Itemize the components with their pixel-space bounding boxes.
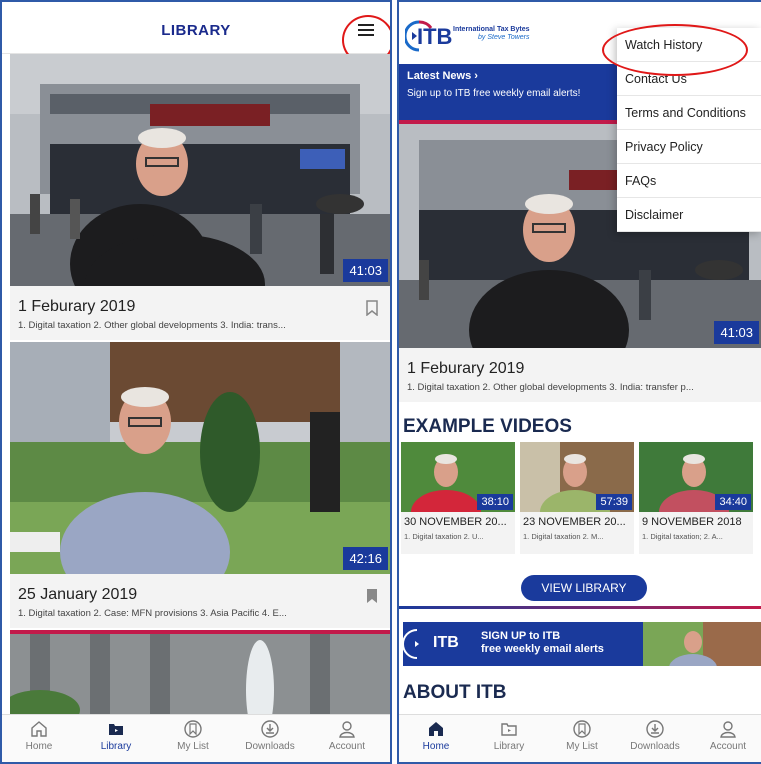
duration-badge: 34:40 [715, 494, 751, 510]
video-thumbnail[interactable]: 41:03 [10, 54, 390, 286]
duration-badge: 42:16 [343, 547, 388, 570]
my-list-icon [184, 720, 202, 738]
latest-news-title: Latest News › [407, 70, 478, 82]
tab-label: Library [493, 741, 525, 752]
example-video-card[interactable]: 34:40 9 NOVEMBER 2018 1. Digital taxatio… [639, 442, 753, 554]
library-screen: LIBRARY 41:03 1 Feburary 2019 1. Digital… [0, 0, 392, 764]
tab-label: My List [566, 741, 598, 752]
video-description: 1. Digital taxation 2. Other global deve… [18, 320, 286, 331]
bottom-tab-bar: Home Library My List Downloads Account [2, 714, 390, 762]
latest-news-bar[interactable]: Latest News › Sign up to ITB free weekly… [399, 64, 621, 120]
example-video-description: 1. Digital taxation 2. U... [404, 532, 484, 541]
tab-my-list[interactable]: My List [158, 719, 228, 752]
tab-home[interactable]: Home [4, 719, 74, 752]
video-info[interactable]: 25 January 2019 1. Digital taxation 2. C… [10, 574, 390, 628]
example-video-date: 30 NOVEMBER 20... [404, 516, 507, 528]
banner-line1: SIGN UP to ITB [481, 630, 561, 642]
downloads-icon [646, 720, 664, 738]
section-divider [399, 606, 761, 609]
hamburger-menu-icon[interactable] [358, 24, 374, 38]
library-header: LIBRARY [2, 2, 390, 65]
example-videos-title: EXAMPLE VIDEOS [403, 416, 572, 437]
logo-tagline: International Tax Bytes by Steve Towers [453, 26, 530, 42]
tab-label: Downloads [245, 741, 295, 752]
signup-banner[interactable]: ITB SIGN UP to ITB free weekly email ale… [403, 622, 761, 666]
home-icon [31, 721, 47, 737]
tab-account[interactable]: Account [693, 719, 761, 752]
home-screen: ITB International Tax Bytes by Steve Tow… [397, 0, 761, 764]
tab-label: Library [100, 741, 132, 752]
video-date: 1 Feburary 2019 [407, 360, 525, 377]
menu-item-terms[interactable]: Terms and Conditions [617, 96, 761, 130]
example-video-description: 1. Digital taxation 2. M... [523, 532, 604, 541]
video-thumbnail[interactable] [10, 630, 390, 720]
tab-my-list[interactable]: My List [547, 719, 617, 752]
example-video-date: 23 NOVEMBER 20... [523, 516, 626, 528]
tab-label: Home [422, 741, 450, 752]
tab-label: My List [177, 741, 209, 752]
example-video-description: 1. Digital taxation; 2. A... [642, 532, 723, 541]
tab-label: Downloads [630, 741, 680, 752]
logo-mark-text: ITB [417, 24, 453, 49]
example-video-card[interactable]: 38:10 30 NOVEMBER 20... 1. Digital taxat… [401, 442, 515, 554]
example-video-thumbnail: 38:10 [401, 442, 515, 512]
my-list-icon [573, 720, 591, 738]
video-info[interactable]: 1 Feburary 2019 1. Digital taxation 2. O… [10, 286, 390, 340]
library-icon [501, 723, 517, 736]
itb-logo[interactable]: ITB [403, 20, 453, 52]
bookmark-outline-icon[interactable] [366, 300, 378, 317]
video-date: 1 Feburary 2019 [18, 298, 136, 315]
banner-line2: free weekly email alerts [481, 643, 604, 655]
page-title: LIBRARY [161, 22, 231, 39]
downloads-icon [261, 720, 279, 738]
tab-home[interactable]: Home [401, 719, 471, 752]
logo-name: International Tax Bytes [453, 26, 530, 33]
home-icon [429, 722, 443, 736]
menu-item-faqs[interactable]: FAQs [617, 164, 761, 198]
example-video-thumbnail: 34:40 [639, 442, 753, 512]
video-description: 1. Digital taxation 2. Other global deve… [407, 382, 694, 393]
tab-downloads[interactable]: Downloads [620, 719, 690, 752]
tab-label: Account [709, 741, 747, 752]
tab-downloads[interactable]: Downloads [235, 719, 305, 752]
latest-news-subtitle: Sign up to ITB free weekly email alerts! [407, 88, 581, 99]
video-description: 1. Digital taxation 2. Case: MFN provisi… [18, 608, 287, 619]
overflow-menu: Watch History Contact Us Terms and Condi… [617, 28, 761, 232]
tab-label: Account [328, 741, 366, 752]
bottom-tab-bar: Home Library My List Downloads Account [399, 714, 761, 762]
duration-badge: 41:03 [714, 321, 759, 344]
tab-library[interactable]: Library [474, 719, 544, 752]
menu-item-disclaimer[interactable]: Disclaimer [617, 198, 761, 232]
view-library-button[interactable]: VIEW LIBRARY [521, 575, 647, 601]
logo-byline: by Steve Towers [478, 34, 530, 41]
library-icon [109, 724, 123, 735]
tab-library[interactable]: Library [81, 719, 151, 752]
account-icon [720, 721, 736, 738]
account-icon [339, 721, 355, 738]
banner-logo-text: ITB [433, 634, 459, 651]
example-video-date: 9 NOVEMBER 2018 [642, 516, 742, 528]
menu-item-contact-us[interactable]: Contact Us [617, 62, 761, 96]
bookmark-filled-icon[interactable] [366, 588, 378, 604]
menu-item-privacy[interactable]: Privacy Policy [617, 130, 761, 164]
duration-badge: 57:39 [596, 494, 632, 510]
about-title: ABOUT ITB [403, 682, 507, 703]
duration-badge: 41:03 [343, 259, 388, 282]
duration-badge: 38:10 [477, 494, 513, 510]
featured-video-info[interactable]: 1 Feburary 2019 1. Digital taxation 2. O… [399, 348, 761, 402]
video-date: 25 January 2019 [18, 586, 138, 603]
tab-account[interactable]: Account [312, 719, 382, 752]
menu-item-watch-history[interactable]: Watch History [617, 28, 761, 62]
video-thumbnail[interactable]: 42:16 [10, 342, 390, 574]
example-video-card[interactable]: 57:39 23 NOVEMBER 20... 1. Digital taxat… [520, 442, 634, 554]
tab-label: Home [25, 741, 53, 752]
example-video-thumbnail: 57:39 [520, 442, 634, 512]
banner-text: SIGN UP to ITB free weekly email alerts [481, 630, 604, 656]
